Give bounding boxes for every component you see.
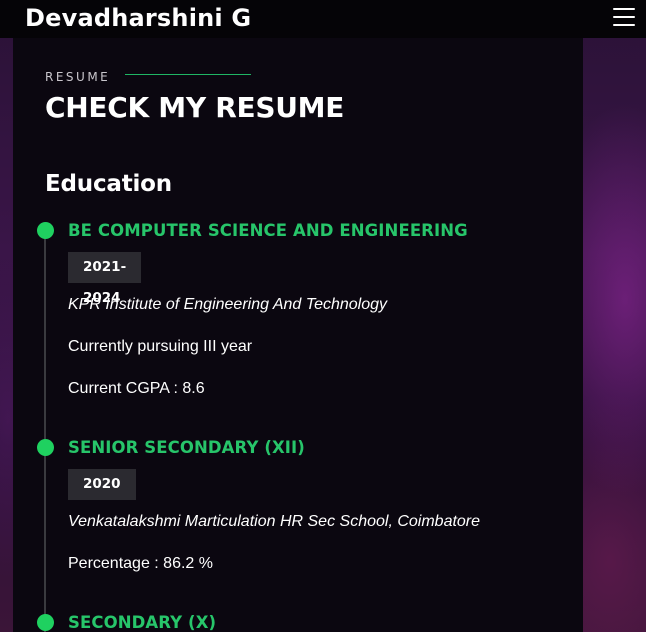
section-label-divider <box>125 74 251 75</box>
hamburger-bar <box>613 16 635 18</box>
education-title: BE COMPUTER SCIENCE AND ENGINEERING <box>68 221 468 240</box>
education-heading: Education <box>45 171 172 197</box>
education-title: SECONDARY (X) <box>68 613 217 632</box>
education-title: SENIOR SECONDARY (XII) <box>68 438 305 457</box>
section-title: CHECK MY RESUME <box>45 91 345 124</box>
hamburger-bar <box>613 24 635 26</box>
education-detail: Current CGPA : 8.6 <box>68 380 205 397</box>
education-detail: Currently pursuing III year <box>68 338 253 355</box>
hamburger-bar <box>613 8 635 10</box>
site-brand[interactable]: Devadharshini G <box>25 4 251 32</box>
section-label: RESUME <box>45 70 111 84</box>
timeline-dot-icon <box>37 439 54 456</box>
education-institution: KPR Institute of Engineering And Technol… <box>68 296 388 313</box>
timeline-dot-icon <box>37 222 54 239</box>
section-label-row: RESUME <box>45 68 251 84</box>
top-navbar: Devadharshini G <box>0 0 646 38</box>
education-detail: Percentage : 86.2 % <box>68 555 213 572</box>
education-years-badge: 2020 <box>68 469 136 500</box>
timeline-dot-icon <box>37 614 54 631</box>
education-institution: Venkatalakshmi Marticulation HR Sec Scho… <box>68 513 481 530</box>
resume-panel: RESUME CHECK MY RESUME Education BE COMP… <box>13 38 583 632</box>
timeline-line <box>44 230 46 632</box>
hamburger-icon[interactable] <box>613 7 635 27</box>
education-years-badge: 2021-2024 <box>68 252 142 306</box>
